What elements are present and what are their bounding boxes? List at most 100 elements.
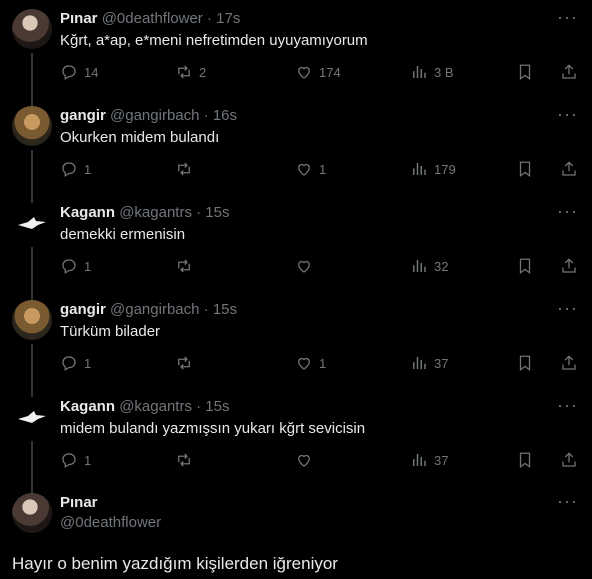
reply-button[interactable]: 1 bbox=[60, 257, 91, 275]
share-button[interactable] bbox=[560, 160, 578, 178]
author-handle[interactable]: @kagantrs bbox=[119, 398, 192, 415]
views-count: 179 bbox=[434, 161, 456, 177]
repost-button[interactable] bbox=[175, 160, 199, 178]
bookmark-button[interactable] bbox=[516, 160, 534, 178]
tweet-text: Kğrt, a*ap, e*meni nefretimden uyuyamıyo… bbox=[60, 32, 368, 49]
repost-button[interactable] bbox=[175, 451, 199, 469]
views-button[interactable]: 179 bbox=[410, 160, 456, 178]
author-name[interactable]: Kagann bbox=[60, 398, 115, 415]
reply-tweet[interactable]: Kagann @kagantrs · 15s ··· midem bulandı y… bbox=[0, 396, 592, 494]
views-count: 37 bbox=[434, 452, 449, 468]
more-icon[interactable]: ··· bbox=[557, 299, 578, 317]
more-icon[interactable]: ··· bbox=[557, 105, 578, 123]
repost-button[interactable] bbox=[175, 354, 199, 372]
more-icon[interactable]: ··· bbox=[557, 492, 578, 510]
share-icon bbox=[560, 257, 578, 275]
thread-line bbox=[31, 150, 33, 203]
repost-icon bbox=[175, 354, 193, 372]
thread-line bbox=[31, 344, 33, 397]
reply-tweet[interactable]: gangir @gangirbach · 16s ··· Okurken midem… bbox=[0, 105, 592, 203]
reply-icon bbox=[60, 63, 78, 81]
author-name[interactable]: gangir bbox=[60, 301, 106, 318]
like-icon bbox=[295, 63, 313, 81]
share-icon bbox=[560, 451, 578, 469]
reply-button[interactable]: 1 bbox=[60, 160, 91, 178]
reply-tweet[interactable]: Kagann @kagantrs · 15s ··· demekki ermenis… bbox=[0, 202, 592, 300]
bookmark-button[interactable] bbox=[516, 451, 534, 469]
avatar[interactable] bbox=[12, 203, 52, 243]
separator-dot: · bbox=[203, 107, 209, 124]
main-tweet: Pınar @0deathflower ··· Hayır o benim ya… bbox=[0, 492, 592, 579]
bookmark-button[interactable] bbox=[516, 63, 534, 81]
timestamp[interactable]: 16s bbox=[213, 107, 237, 124]
like-count: 174 bbox=[319, 64, 341, 80]
reply-button[interactable]: 1 bbox=[60, 354, 91, 372]
like-button[interactable]: 1 bbox=[295, 160, 326, 178]
action-bar: 1 37 bbox=[60, 451, 578, 471]
repost-button[interactable] bbox=[175, 257, 199, 275]
like-button[interactable] bbox=[295, 451, 319, 469]
separator-dot: · bbox=[196, 398, 202, 415]
author-handle[interactable]: @kagantrs bbox=[119, 204, 192, 221]
views-count: 32 bbox=[434, 258, 449, 274]
author-name[interactable]: Pınar bbox=[60, 493, 98, 513]
author-name[interactable]: Kagann bbox=[60, 204, 115, 221]
author-handle[interactable]: @gangirbach bbox=[110, 107, 199, 124]
repost-icon bbox=[175, 160, 193, 178]
share-button[interactable] bbox=[560, 354, 578, 372]
like-icon bbox=[295, 160, 313, 178]
action-bar: 1 32 bbox=[60, 257, 578, 277]
more-icon[interactable]: ··· bbox=[557, 202, 578, 220]
views-button[interactable]: 32 bbox=[410, 257, 448, 275]
reply-icon bbox=[60, 160, 78, 178]
bookmark-icon bbox=[516, 63, 534, 81]
separator-dot: · bbox=[196, 204, 202, 221]
reply-count: 1 bbox=[84, 355, 92, 371]
reply-button[interactable]: 1 bbox=[60, 451, 91, 469]
reply-count: 14 bbox=[84, 64, 99, 80]
reply-tweet[interactable]: gangir @gangirbach · 15s ··· Türküm bilade… bbox=[0, 299, 592, 397]
repost-icon bbox=[175, 451, 193, 469]
views-button[interactable]: 3 B bbox=[410, 63, 454, 81]
action-bar: 1 1 37 bbox=[60, 354, 578, 374]
reply-count: 1 bbox=[84, 452, 92, 468]
like-button[interactable]: 1 bbox=[295, 354, 326, 372]
reply-count: 1 bbox=[84, 258, 92, 274]
share-button[interactable] bbox=[560, 451, 578, 469]
author-name[interactable]: gangir bbox=[60, 107, 106, 124]
repost-icon bbox=[175, 63, 193, 81]
more-icon[interactable]: ··· bbox=[557, 396, 578, 414]
avatar[interactable] bbox=[12, 300, 52, 340]
tweet-text: Türküm bilader bbox=[60, 323, 161, 340]
views-button[interactable]: 37 bbox=[410, 451, 448, 469]
avatar[interactable] bbox=[12, 397, 52, 437]
author-handle[interactable]: @0deathflower bbox=[60, 513, 161, 533]
avatar[interactable] bbox=[12, 9, 52, 49]
separator-dot: · bbox=[206, 10, 212, 27]
share-icon bbox=[560, 354, 578, 372]
share-button[interactable] bbox=[560, 257, 578, 275]
views-icon bbox=[410, 63, 428, 81]
share-icon bbox=[560, 63, 578, 81]
reply-button[interactable]: 14 bbox=[60, 63, 98, 81]
author-handle[interactable]: @0deathflower bbox=[102, 10, 203, 27]
author-name[interactable]: Pınar bbox=[60, 10, 98, 27]
repost-button[interactable]: 2 bbox=[175, 63, 206, 81]
share-button[interactable] bbox=[560, 63, 578, 81]
avatar[interactable] bbox=[12, 106, 52, 146]
bookmark-icon bbox=[516, 160, 534, 178]
like-icon bbox=[295, 451, 313, 469]
bookmark-button[interactable] bbox=[516, 257, 534, 275]
avatar[interactable] bbox=[12, 493, 52, 533]
reply-tweet[interactable]: Pınar @0deathflower · 17s ··· Kğrt, a*ap, … bbox=[0, 8, 592, 106]
like-button[interactable]: 174 bbox=[295, 63, 341, 81]
like-button[interactable] bbox=[295, 257, 319, 275]
timestamp[interactable]: 17s bbox=[216, 10, 240, 27]
timestamp[interactable]: 15s bbox=[205, 204, 229, 221]
views-button[interactable]: 37 bbox=[410, 354, 448, 372]
more-icon[interactable]: ··· bbox=[557, 8, 578, 26]
author-handle[interactable]: @gangirbach bbox=[110, 301, 199, 318]
timestamp[interactable]: 15s bbox=[205, 398, 229, 415]
bookmark-button[interactable] bbox=[516, 354, 534, 372]
timestamp[interactable]: 15s bbox=[213, 301, 237, 318]
